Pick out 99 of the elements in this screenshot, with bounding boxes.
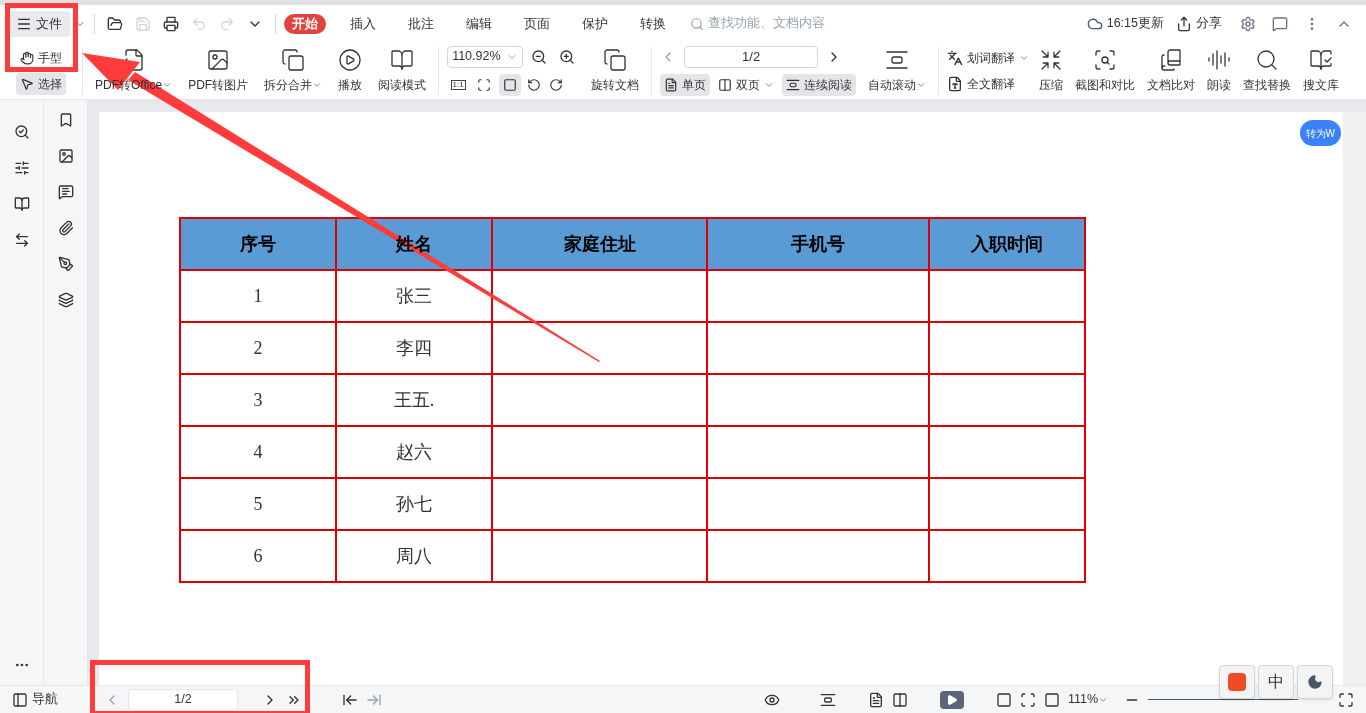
toolbar-button[interactable]: 文档比对 xyxy=(1141,47,1202,94)
tool-icon xyxy=(1159,47,1184,72)
table-cell: 3 xyxy=(180,374,336,426)
feedback-icon[interactable] xyxy=(1272,15,1288,32)
page-field[interactable]: 1/2 xyxy=(128,688,238,711)
view-mode-icon xyxy=(664,77,679,92)
zoom-in-icon[interactable] xyxy=(559,48,576,65)
sliders-icon[interactable] xyxy=(13,160,30,176)
toolbar-button[interactable]: 压缩 xyxy=(1033,47,1070,94)
single-page-icon[interactable] xyxy=(867,691,884,708)
toolbar-button[interactable]: 阅读模式 xyxy=(370,47,435,94)
menu-tab[interactable]: 编辑 xyxy=(458,13,500,34)
zoom-field[interactable]: 110.92% xyxy=(447,45,524,68)
moon-icon[interactable] xyxy=(1297,665,1333,699)
tool-icon xyxy=(206,47,231,72)
toolbar-button[interactable]: 搜文库 xyxy=(1297,47,1346,94)
header-cell: 序号 xyxy=(180,218,336,270)
ime-logo-icon[interactable] xyxy=(1219,665,1255,699)
toolbar-button[interactable]: PDF转图片 xyxy=(180,47,257,94)
fit-mode-button[interactable]: 1:1 xyxy=(447,73,470,96)
view-mode-icon xyxy=(718,77,733,92)
sync-status: 16:15更新 xyxy=(1106,15,1164,33)
table-cell: 孙七 xyxy=(336,478,492,530)
fullscreen-icon[interactable] xyxy=(1338,691,1354,708)
panel-icon xyxy=(12,691,28,708)
toolbar-button[interactable]: 播放 xyxy=(330,47,371,94)
share-icon xyxy=(1176,15,1192,32)
fit-page-icon[interactable] xyxy=(1019,691,1036,708)
ime-mode-button[interactable]: 中 xyxy=(1258,665,1294,699)
menu-tab[interactable]: 页面 xyxy=(516,13,558,34)
scrollbar[interactable] xyxy=(1343,112,1366,685)
rotate-document-icon xyxy=(603,47,628,72)
convert-badge[interactable]: 转为W xyxy=(1299,120,1341,146)
fit-page-icon xyxy=(477,77,492,92)
pen-icon[interactable] xyxy=(57,256,74,272)
print-icon[interactable] xyxy=(163,15,179,32)
translate-button[interactable]: 全文翻译 xyxy=(947,74,1030,93)
double-page-icon[interactable] xyxy=(891,691,908,708)
toolbar-button[interactable]: 查找替换 xyxy=(1237,47,1298,94)
tool-icon xyxy=(1309,47,1334,72)
toolbar-button[interactable]: 自动滚动 xyxy=(860,47,935,94)
settings-icon[interactable] xyxy=(1240,15,1256,32)
share-button[interactable]: 分享 xyxy=(1176,14,1222,33)
rotate-left-icon[interactable] xyxy=(527,77,542,92)
tool-icon xyxy=(338,47,363,72)
search-field[interactable]: 查找功能、文档内容 xyxy=(690,14,870,33)
open-folder-icon[interactable] xyxy=(107,15,123,32)
page-field[interactable]: 1/2 xyxy=(684,45,819,68)
actual-size-icon[interactable] xyxy=(995,691,1012,708)
book-search-icon[interactable] xyxy=(13,196,30,212)
rotate-right-icon[interactable] xyxy=(549,77,564,92)
toolbar-button[interactable]: 拆分合并 xyxy=(256,47,331,94)
continuous-icon[interactable] xyxy=(819,691,836,708)
fit-width-icon[interactable] xyxy=(1043,691,1060,708)
toolbar-button[interactable]: 截图和对比 xyxy=(1069,47,1142,94)
zoom-out-icon[interactable] xyxy=(531,48,548,65)
table-cell: 李四 xyxy=(336,322,492,374)
view-mode-icon xyxy=(786,77,801,92)
view-mode-button[interactable]: 单页 xyxy=(660,73,711,96)
table-cell: 王五. xyxy=(336,374,492,426)
tool-icon xyxy=(281,47,306,72)
view-mode-button[interactable]: 双页 xyxy=(714,73,779,96)
navigation-button[interactable]: 导航 xyxy=(12,690,84,709)
play-icon[interactable] xyxy=(939,690,964,709)
toolbar-button[interactable]: 朗读 xyxy=(1201,47,1238,94)
zoom-level[interactable]: 111% xyxy=(1067,690,1108,709)
header-cell: 家庭住址 xyxy=(492,218,707,270)
hand-icon xyxy=(20,50,34,65)
fit-mode-button[interactable] xyxy=(499,73,522,96)
table-cell: 周八 xyxy=(336,530,492,582)
attachment-icon[interactable] xyxy=(57,220,74,236)
table-cell: 6 xyxy=(180,530,336,582)
fit-width-icon xyxy=(503,77,518,92)
comment-icon[interactable] xyxy=(57,184,74,200)
pointer-icon xyxy=(20,76,34,91)
menu-tab[interactable]: 开始 xyxy=(284,13,326,34)
header-cell: 入职时间 xyxy=(929,218,1085,270)
table-cell: 5 xyxy=(180,478,336,530)
menu-tab[interactable]: 保护 xyxy=(574,13,616,34)
image-icon[interactable] xyxy=(57,148,74,164)
menu-tab[interactable]: 批注 xyxy=(400,13,442,34)
table-cell: 2 xyxy=(180,322,336,374)
view-mode-button[interactable]: 连续阅读 xyxy=(782,73,857,96)
menu-tab[interactable]: 转换 xyxy=(632,13,674,34)
tool-icon xyxy=(1093,47,1118,72)
header-cell: 手机号 xyxy=(707,218,929,270)
table-cell: 1 xyxy=(180,270,336,322)
cursor-tool-button[interactable]: 选择 xyxy=(16,72,66,95)
table-cell: 赵六 xyxy=(336,426,492,478)
search-icon xyxy=(690,16,704,31)
toolbar-button[interactable]: 旋转文档 xyxy=(583,47,648,94)
search-text-icon[interactable] xyxy=(13,124,30,140)
layers-icon[interactable] xyxy=(57,292,74,308)
table-cell: 4 xyxy=(180,426,336,478)
file-menu-button[interactable]: 文件 xyxy=(8,10,70,37)
cursor-tool-button[interactable]: 手型 xyxy=(16,46,66,69)
translate-button[interactable]: 划词翻译 xyxy=(947,48,1030,67)
tool-icon xyxy=(390,47,415,72)
menu-tab[interactable]: 插入 xyxy=(342,13,384,34)
